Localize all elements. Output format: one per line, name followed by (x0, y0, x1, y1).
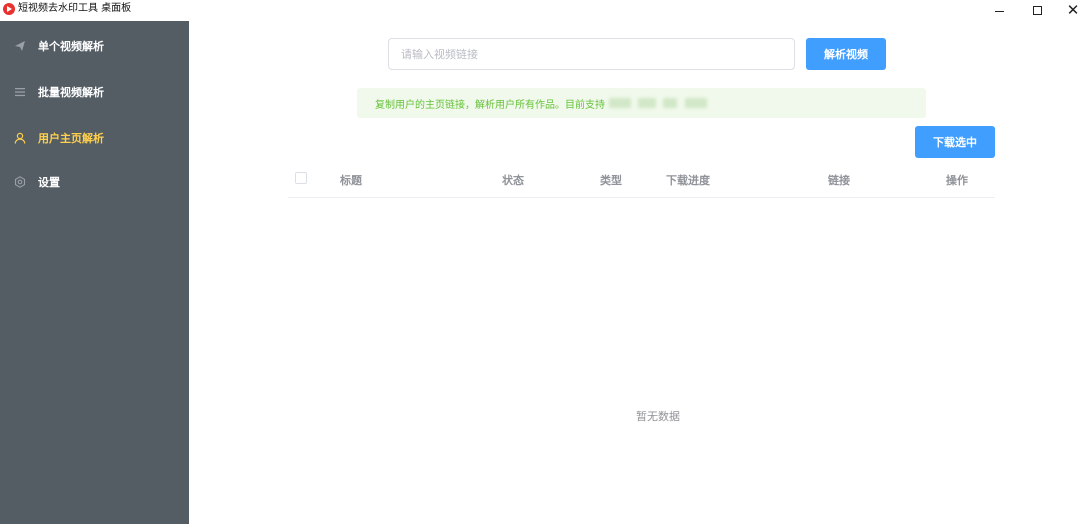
paper-plane-icon (13, 39, 27, 53)
sidebar-item-label: 批量视频解析 (38, 86, 104, 99)
video-link-input[interactable] (388, 38, 795, 70)
select-all-checkbox[interactable] (295, 172, 307, 184)
sidebar-item-label: 单个视频解析 (38, 40, 104, 53)
column-header-link: 链接 (828, 174, 850, 187)
sidebar-item-label: 设置 (38, 176, 60, 189)
minimize-button[interactable] (984, 0, 1014, 20)
sidebar: 单个视频解析 批量视频解析 用户主页解析 设置 (0, 21, 189, 524)
table-empty-text: 暂无数据 (636, 410, 680, 423)
close-button[interactable]: ✕ (1058, 0, 1080, 20)
list-icon (13, 85, 27, 99)
platform-list-blurred (605, 97, 707, 109)
close-icon: ✕ (1066, 1, 1080, 19)
user-icon (13, 131, 27, 145)
column-header-status: 状态 (502, 174, 524, 187)
sidebar-item-settings[interactable]: 设置 (0, 159, 189, 205)
title-bar: 短视频去水印工具 桌面板 ✕ (0, 0, 1080, 21)
maximize-button[interactable] (1022, 0, 1052, 20)
column-header-type: 类型 (600, 174, 622, 187)
sidebar-item-batch-video[interactable]: 批量视频解析 (0, 69, 189, 115)
column-header-progress: 下载进度 (666, 174, 710, 187)
minimize-icon (994, 10, 1004, 12)
download-selected-button[interactable]: 下载选中 (915, 126, 995, 158)
sidebar-item-user-homepage[interactable]: 用户主页解析 (0, 115, 189, 161)
window-title: 短视频去水印工具 桌面板 (18, 3, 132, 14)
table-header: 标题 状态 类型 下载进度 链接 操作 (288, 160, 995, 198)
info-notice: 复制用户的主页链接，解析用户所有作品。目前支持 (357, 88, 926, 118)
column-header-title: 标题 (340, 174, 362, 187)
gear-icon (13, 175, 27, 189)
column-header-actions: 操作 (946, 174, 968, 187)
sidebar-item-label: 用户主页解析 (38, 132, 104, 145)
app-logo-icon (3, 3, 15, 15)
app-window: 短视频去水印工具 桌面板 ✕ 单个视频解析 批量视频解析 用户主页解析 设置 请… (0, 0, 1080, 524)
sidebar-item-single-video[interactable]: 单个视频解析 (0, 23, 189, 69)
maximize-icon (1032, 5, 1042, 15)
notice-text: 复制用户的主页链接，解析用户所有作品。目前支持 (375, 99, 605, 111)
parse-video-button[interactable]: 解析视频 (806, 38, 886, 70)
